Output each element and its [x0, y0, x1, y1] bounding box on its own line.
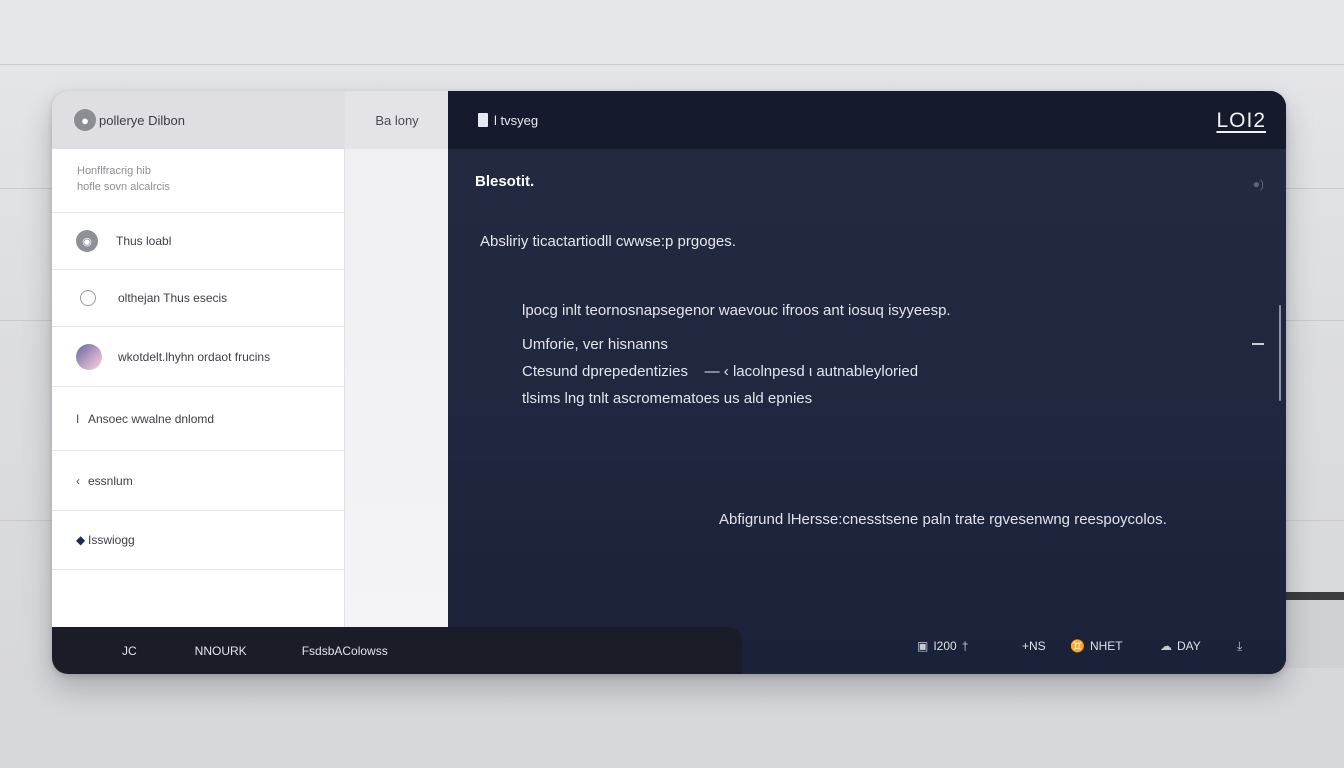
paragraph-line: Ctesund dprepedentizies — ‹ lacolnpesd ι…: [522, 363, 919, 380]
sidebar-item-label: wkotdelt.lhyhn ordaot frucins: [118, 349, 271, 364]
status-item[interactable]: ☁ DAY: [1160, 639, 1201, 653]
paragraph-line: Umforie, ver hisnanns: [522, 336, 668, 353]
person-icon: †: [961, 639, 969, 653]
sidebar-item-label: Thus loabl: [116, 234, 172, 248]
middle-header[interactable]: Ba lony: [345, 91, 449, 149]
logo[interactable]: LOI2: [1216, 109, 1266, 133]
download-icon[interactable]: ⤓: [1237, 639, 1247, 654]
avatar-icon: ◉: [76, 230, 98, 252]
menu-icon[interactable]: [1252, 343, 1264, 345]
user-circle-icon[interactable]: ●: [74, 109, 96, 131]
sidebar-item-3[interactable]: wkotdelt.lhyhn ordaot frucins: [52, 327, 344, 387]
scrollbar[interactable]: [1279, 305, 1281, 401]
section-title: Blesotit.: [475, 173, 535, 190]
brand-icon: [478, 113, 488, 127]
sidebar-item-6[interactable]: ◆ Isswiogg: [52, 511, 344, 570]
subtitle-line: hofle sovn alcalrcis: [77, 181, 170, 193]
middle-column: Ba lony: [344, 91, 449, 674]
bullet-icon: I: [76, 411, 80, 426]
status-label: NHET: [1089, 639, 1123, 653]
paragraph-line: lpocg inlt teornosnapsegenor waevouc ifr…: [522, 302, 951, 319]
settings-icon[interactable]: ●): [1253, 177, 1264, 191]
footnote-text: Abfigrund lHersse:cnesstsene paln trate …: [719, 511, 1167, 528]
lock-icon: ▣: [917, 639, 929, 653]
status-item[interactable]: ♊ NHET: [1070, 639, 1123, 653]
sidebar-item-label: olthejan Thus esecis: [118, 291, 228, 305]
sidebar-item-label: essnlum: [88, 473, 133, 488]
chevron-left-icon: ‹: [76, 473, 80, 488]
brand-title: l tvsyeg: [494, 112, 539, 128]
sidebar: ● pollerye Dilbon Honflfracrig hib hofle…: [52, 91, 344, 674]
sidebar-item-label: Isswiogg: [88, 533, 135, 547]
status-label: +NS: [1022, 639, 1046, 653]
status-label: I200: [933, 639, 957, 653]
main-header: l tvsyeg LOI2: [448, 91, 1286, 149]
main-panel: l tvsyeg LOI2 Blesotit. ●) Absliriy tica…: [448, 91, 1286, 674]
bottom-item[interactable]: NNOURK: [195, 644, 247, 658]
wall-line: [0, 64, 1344, 65]
cloud-icon: ☁: [1160, 639, 1172, 653]
sidebar-item-5[interactable]: ‹ essnlum: [52, 451, 344, 511]
paragraph-line: tlsims lng tnlt ascromematoes us ald epn…: [522, 390, 813, 407]
status-label: DAY: [1177, 639, 1201, 653]
sidebar-item-label: Ansoec wwalne dnlomd: [88, 411, 215, 426]
sidebar-item-2[interactable]: olthejan Thus esecis: [52, 270, 344, 327]
diamond-icon: ◆: [76, 533, 86, 547]
status-item[interactable]: ▣ I200 †: [917, 639, 973, 653]
sidebar-item-1[interactable]: ◉ Thus loabl: [52, 213, 344, 270]
status-item[interactable]: +NS: [1022, 639, 1046, 653]
lead-text: Absliriy ticactartiodll cwwse:p prgoges.: [480, 233, 736, 250]
person-icon: ♊: [1070, 639, 1085, 653]
subtitle-line: Honflfracrig hib: [77, 165, 151, 177]
bottom-item[interactable]: JC: [122, 644, 137, 658]
app-window: ● pollerye Dilbon Honflfracrig hib hofle…: [52, 91, 1286, 674]
app-title: pollerye Dilbon: [99, 112, 185, 128]
sidebar-subtitle: Honflfracrig hib hofle sovn alcalrcis: [52, 149, 344, 213]
sidebar-item-4[interactable]: I Ansoec wwalne dnlomd: [52, 387, 344, 451]
shelf-side: [1284, 600, 1344, 668]
lock-icon: [80, 290, 96, 306]
bottom-bar: JC NNOURK FsdsbAColowss: [52, 627, 742, 674]
profile-photo-icon: [76, 343, 102, 370]
sidebar-header: ● pollerye Dilbon: [52, 91, 344, 149]
bottom-item[interactable]: FsdsbAColowss: [302, 644, 388, 658]
